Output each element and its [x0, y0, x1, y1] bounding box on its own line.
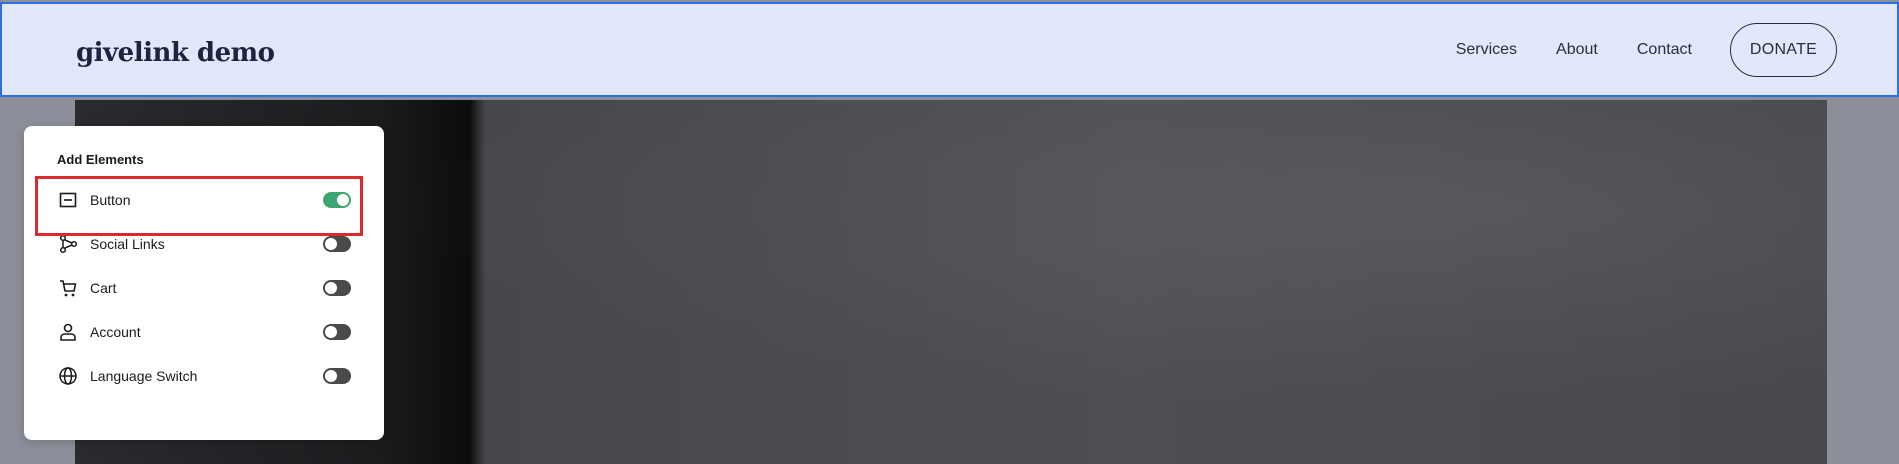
toggle-knob — [325, 326, 337, 338]
site-logo[interactable]: givelink demo — [76, 38, 275, 68]
nav-link-about[interactable]: About — [1556, 41, 1598, 59]
element-item-label: Account — [90, 324, 141, 340]
panel-title: Add Elements — [57, 152, 144, 167]
person-icon — [57, 321, 79, 343]
element-item-button[interactable]: Button — [57, 188, 351, 212]
share-icon — [57, 233, 79, 255]
element-item-cart[interactable]: Cart — [57, 276, 351, 300]
toggle-knob — [325, 238, 337, 250]
element-item-social-links[interactable]: Social Links — [57, 232, 351, 256]
element-item-label: Button — [90, 192, 131, 208]
element-item-label: Cart — [90, 280, 117, 296]
element-item-label: Social Links — [90, 236, 165, 252]
main-nav: Services About Contact DONATE — [1456, 4, 1837, 95]
donate-button[interactable]: DONATE — [1730, 22, 1837, 77]
element-item-account[interactable]: Account — [57, 320, 351, 344]
social-links-toggle[interactable] — [323, 236, 351, 252]
language-switch-toggle[interactable] — [323, 368, 351, 384]
toggle-knob — [325, 282, 337, 294]
element-item-language-switch[interactable]: Language Switch — [57, 364, 351, 388]
site-header[interactable]: givelink demo Services About Contact DON… — [0, 2, 1899, 97]
cart-toggle[interactable] — [323, 280, 351, 296]
globe-icon — [57, 365, 79, 387]
toggle-knob — [325, 370, 337, 382]
nav-link-services[interactable]: Services — [1456, 41, 1517, 59]
cart-icon — [57, 277, 79, 299]
button-icon — [57, 189, 79, 211]
nav-link-contact[interactable]: Contact — [1637, 41, 1692, 59]
button-toggle[interactable] — [323, 192, 351, 208]
add-elements-panel: Add Elements Button Social Links Cart Ac… — [24, 126, 384, 440]
toggle-knob — [337, 194, 349, 206]
account-toggle[interactable] — [323, 324, 351, 340]
element-item-label: Language Switch — [90, 368, 198, 384]
